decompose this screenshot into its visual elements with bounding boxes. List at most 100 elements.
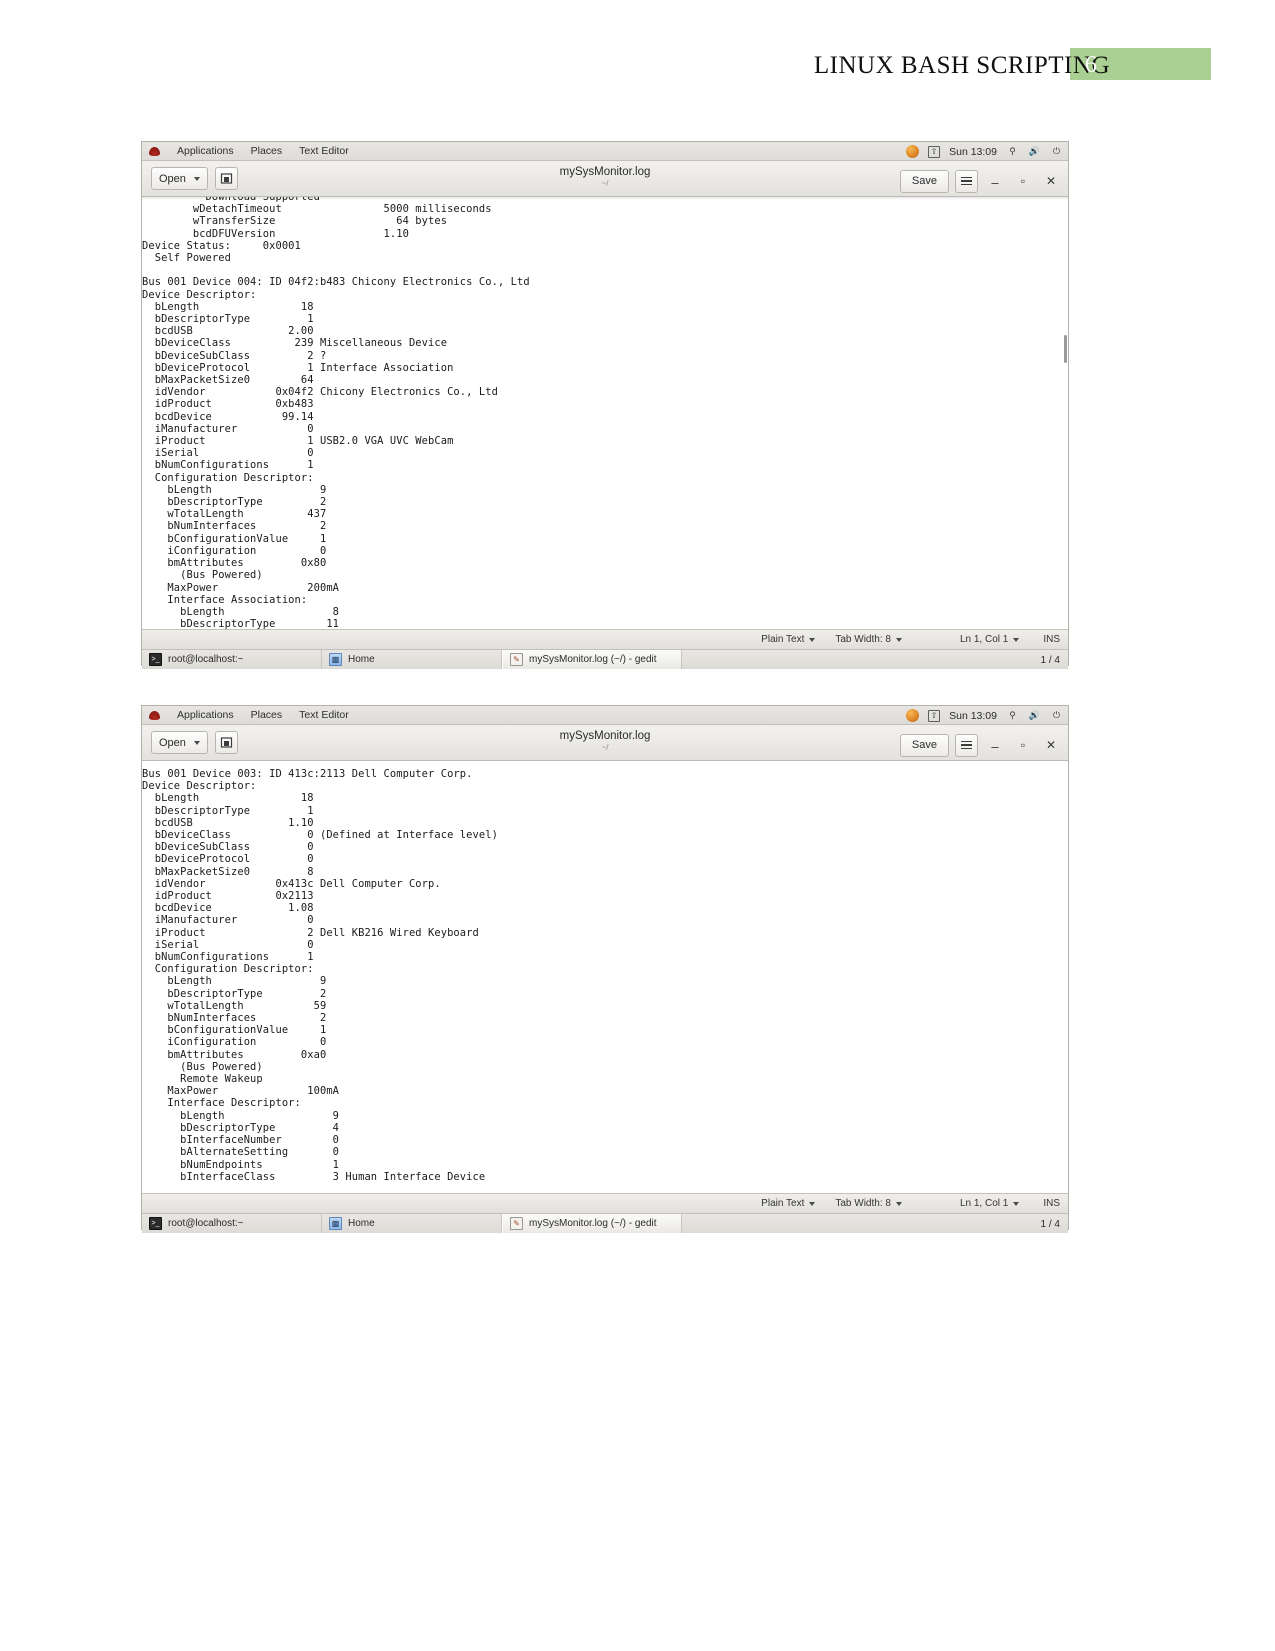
menu-places[interactable]: Places bbox=[251, 709, 283, 721]
menu-text-editor[interactable]: Text Editor bbox=[299, 145, 349, 157]
panel-tray-2: ⇧ Sun 13:09 ⚲ 🔊 ⏻ bbox=[906, 706, 1063, 725]
panel-menu-1: Applications Places Text Editor bbox=[142, 145, 349, 157]
language-label: Plain Text bbox=[761, 634, 805, 645]
hamburger-menu-button[interactable] bbox=[955, 169, 978, 193]
terminal-icon: >_ bbox=[149, 653, 162, 666]
language-label: Plain Text bbox=[761, 1198, 805, 1209]
panel-clock-1[interactable]: Sun 13:09 bbox=[949, 146, 997, 158]
close-button[interactable]: ✕ bbox=[1040, 734, 1062, 757]
menu-applications[interactable]: Applications bbox=[177, 145, 234, 157]
taskbar-item-home-2[interactable]: ▩ Home bbox=[322, 1214, 502, 1233]
gnome-top-panel-2: Applications Places Text Editor ⇧ Sun 13… bbox=[142, 706, 1068, 725]
page-number: 6 bbox=[1085, 52, 1097, 78]
editor-area-2[interactable]: Bus 001 Device 003: ID 413c:2113 Dell Co… bbox=[142, 761, 1068, 1193]
vertical-scrollbar-1[interactable] bbox=[1064, 335, 1067, 363]
volume-icon[interactable]: 🔊 bbox=[1028, 709, 1041, 722]
gedit-headerbar-2: Open mySysMonitor.log ~/ Save – ▫ ✕ bbox=[142, 725, 1068, 761]
panel-clock-2[interactable]: Sun 13:09 bbox=[949, 710, 997, 722]
insert-mode-2: INS bbox=[1043, 1198, 1060, 1209]
screenshot-icon[interactable]: ⇧ bbox=[928, 709, 941, 722]
taskbar-item-gedit-1[interactable]: ✎ mySysMonitor.log (~/) - gedit bbox=[502, 650, 682, 669]
chevron-down-icon bbox=[1013, 637, 1020, 642]
terminal-icon: >_ bbox=[149, 1217, 162, 1230]
gnome-taskbar-2: >_ root@localhost:~ ▩ Home ✎ mySysMonito… bbox=[142, 1213, 1068, 1233]
hamburger-icon-line bbox=[961, 744, 972, 746]
folder-icon: ▩ bbox=[329, 653, 342, 666]
hamburger-icon-line bbox=[961, 740, 972, 743]
insert-mode-1: INS bbox=[1043, 634, 1060, 645]
cursor-position-1[interactable]: Ln 1, Col 1 bbox=[959, 634, 1020, 645]
orange-circle-icon[interactable] bbox=[906, 709, 920, 722]
gedit-icon: ✎ bbox=[510, 1217, 523, 1230]
screenshot-window-1: Applications Places Text Editor ⇧ Sun 13… bbox=[141, 141, 1069, 669]
tab-width-label: Tab Width: 8 bbox=[835, 634, 891, 645]
close-button[interactable]: ✕ bbox=[1040, 170, 1062, 193]
taskbar-item-gedit-2[interactable]: ✎ mySysMonitor.log (~/) - gedit bbox=[502, 1214, 682, 1233]
hamburger-icon-line bbox=[961, 183, 972, 186]
editor-top-shadow bbox=[142, 197, 1068, 200]
taskbar-label: root@localhost:~ bbox=[168, 654, 244, 665]
headerbar-right-1: Save – ▫ ✕ bbox=[899, 167, 1062, 195]
cursor-position-label: Ln 1, Col 1 bbox=[959, 634, 1009, 645]
gedit-headerbar-1: Open mySysMonitor.log ~/ Save – ▫ ✕ bbox=[142, 161, 1068, 197]
language-selector-2[interactable]: Plain Text bbox=[761, 1198, 816, 1209]
power-icon[interactable]: ⏻ bbox=[1050, 145, 1063, 158]
chevron-down-icon bbox=[895, 637, 902, 642]
network-icon[interactable]: ⚲ bbox=[1006, 145, 1019, 158]
power-icon[interactable]: ⏻ bbox=[1050, 709, 1063, 722]
minimize-button[interactable]: – bbox=[984, 167, 1006, 195]
tab-width-selector-2[interactable]: Tab Width: 8 bbox=[835, 1198, 902, 1209]
menu-applications[interactable]: Applications bbox=[177, 709, 234, 721]
gedit-statusbar-1: Plain Text Tab Width: 8 Ln 1, Col 1 INS bbox=[142, 629, 1068, 649]
maximize-button[interactable]: ▫ bbox=[1012, 734, 1034, 757]
gedit-statusbar-2: Plain Text Tab Width: 8 Ln 1, Col 1 INS bbox=[142, 1193, 1068, 1213]
taskbar-label: mySysMonitor.log (~/) - gedit bbox=[529, 654, 657, 665]
hamburger-icon-line bbox=[961, 747, 972, 750]
taskbar-item-home-1[interactable]: ▩ Home bbox=[322, 650, 502, 669]
taskbar-label: Home bbox=[348, 1218, 375, 1229]
hamburger-icon-line bbox=[961, 180, 972, 182]
taskbar-label: Home bbox=[348, 654, 375, 665]
minimize-button[interactable]: – bbox=[984, 731, 1006, 759]
save-button[interactable]: Save bbox=[899, 733, 949, 757]
network-icon[interactable]: ⚲ bbox=[1006, 709, 1019, 722]
hamburger-menu-button[interactable] bbox=[955, 733, 978, 757]
language-selector-1[interactable]: Plain Text bbox=[761, 634, 816, 645]
tab-width-selector-1[interactable]: Tab Width: 8 bbox=[835, 634, 902, 645]
folder-icon: ▩ bbox=[329, 1217, 342, 1230]
chevron-down-icon bbox=[1013, 1201, 1020, 1206]
maximize-button[interactable]: ▫ bbox=[1012, 170, 1034, 193]
headerbar-right-2: Save – ▫ ✕ bbox=[899, 731, 1062, 759]
workspace-indicator-2[interactable]: 1 / 4 bbox=[1041, 1214, 1060, 1234]
gedit-icon: ✎ bbox=[510, 653, 523, 666]
orange-circle-icon[interactable] bbox=[906, 145, 920, 158]
screenshot-window-2: Applications Places Text Editor ⇧ Sun 13… bbox=[141, 705, 1069, 1233]
page-header: LINUX BASH SCRIPTING 6 bbox=[0, 48, 1275, 84]
cursor-position-2[interactable]: Ln 1, Col 1 bbox=[959, 1198, 1020, 1209]
panel-menu-2: Applications Places Text Editor bbox=[142, 709, 349, 721]
chevron-down-icon bbox=[895, 1201, 902, 1206]
gnome-top-panel-1: Applications Places Text Editor ⇧ Sun 13… bbox=[142, 142, 1068, 161]
screenshot-icon[interactable]: ⇧ bbox=[928, 145, 941, 158]
redhat-icon bbox=[149, 146, 160, 156]
volume-icon[interactable]: 🔊 bbox=[1028, 145, 1041, 158]
menu-text-editor[interactable]: Text Editor bbox=[299, 709, 349, 721]
taskbar-item-terminal-1[interactable]: >_ root@localhost:~ bbox=[142, 650, 322, 669]
editor-content-1[interactable]: Download Supported wDetachTimeout 5000 m… bbox=[142, 197, 1068, 629]
hamburger-icon-line bbox=[961, 176, 972, 179]
editor-content-2[interactable]: Bus 001 Device 003: ID 413c:2113 Dell Co… bbox=[142, 765, 1068, 1183]
redhat-icon bbox=[149, 710, 160, 720]
save-button[interactable]: Save bbox=[899, 169, 949, 193]
menu-places[interactable]: Places bbox=[251, 145, 283, 157]
chevron-down-icon bbox=[809, 637, 816, 642]
document-title: LINUX BASH SCRIPTING bbox=[813, 52, 1110, 79]
workspace-indicator-1[interactable]: 1 / 4 bbox=[1041, 650, 1060, 670]
tab-width-label: Tab Width: 8 bbox=[835, 1198, 891, 1209]
taskbar-label: mySysMonitor.log (~/) - gedit bbox=[529, 1218, 657, 1229]
panel-tray-1: ⇧ Sun 13:09 ⚲ 🔊 ⏻ bbox=[906, 142, 1063, 161]
editor-area-1[interactable]: Download Supported wDetachTimeout 5000 m… bbox=[142, 197, 1068, 629]
taskbar-item-terminal-2[interactable]: >_ root@localhost:~ bbox=[142, 1214, 322, 1233]
taskbar-label: root@localhost:~ bbox=[168, 1218, 244, 1229]
cursor-position-label: Ln 1, Col 1 bbox=[959, 1198, 1009, 1209]
gnome-taskbar-1: >_ root@localhost:~ ▩ Home ✎ mySysMonito… bbox=[142, 649, 1068, 669]
